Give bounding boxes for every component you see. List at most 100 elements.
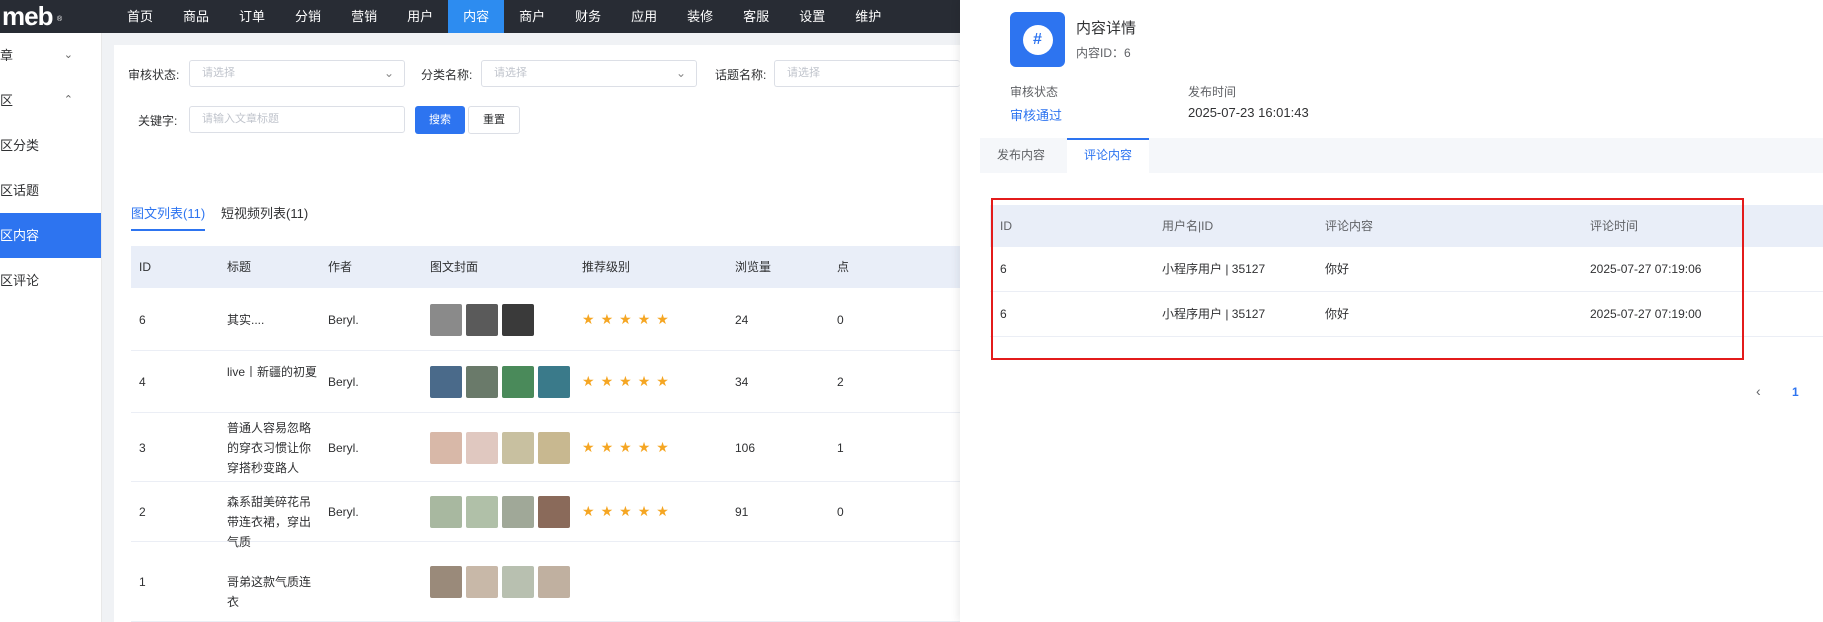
cover-image[interactable]	[466, 366, 498, 398]
sidebar-item[interactable]: 区内容	[0, 213, 101, 258]
column-header: 点	[837, 260, 850, 274]
star-icon[interactable]: ★	[619, 373, 632, 390]
tab-comment-content[interactable]: 评论内容	[1067, 138, 1150, 173]
cover-image[interactable]	[430, 566, 462, 598]
tab-published-content[interactable]: 发布内容	[980, 138, 1062, 173]
star-icon[interactable]: ★	[619, 439, 632, 456]
cover-image[interactable]	[430, 366, 462, 398]
recommend-stars[interactable]: ★ ★ ★ ★ ★	[582, 311, 669, 328]
cover-image[interactable]	[466, 496, 498, 528]
star-icon[interactable]: ★	[582, 311, 595, 328]
cover-image[interactable]	[502, 431, 534, 464]
cell-author: Beryl.	[328, 440, 359, 455]
star-icon[interactable]: ★	[582, 503, 595, 520]
recommend-stars[interactable]: ★ ★ ★ ★ ★	[582, 439, 669, 456]
cover-image[interactable]	[502, 566, 534, 598]
sidebar-item[interactable]: 区分类	[0, 123, 101, 168]
column-header: ID	[139, 260, 151, 274]
tab-image-text-list[interactable]: 图文列表(11)	[131, 203, 206, 231]
nav-item[interactable]: 维护	[840, 0, 896, 33]
cover-image[interactable]	[538, 431, 570, 464]
keyword-input[interactable]: 请输入文章标题	[189, 106, 405, 133]
nav-item[interactable]: 用户	[392, 0, 448, 33]
nav-item[interactable]: 内容	[448, 0, 505, 33]
nav-item[interactable]: 订单	[224, 0, 280, 33]
category-select[interactable]: 请选择 ⌄	[481, 60, 697, 87]
nav-item[interactable]: 客服	[728, 0, 784, 33]
nav-item[interactable]: 分销	[280, 0, 336, 33]
search-button[interactable]: 搜索	[415, 106, 465, 134]
pager-prev-button[interactable]: ‹	[1756, 383, 1761, 399]
table-row[interactable]: 1 哥弟这款气质连衣	[131, 542, 960, 622]
tab-short-video-list[interactable]: 短视频列表(11)	[221, 203, 308, 222]
star-icon[interactable]: ★	[582, 439, 595, 456]
sidebar-item-label: 章	[0, 48, 14, 63]
cover-image[interactable]	[430, 431, 462, 464]
star-icon[interactable]: ★	[619, 311, 632, 328]
cell-likes: 1	[837, 440, 844, 455]
nav-item[interactable]: 营销	[336, 0, 392, 33]
star-icon[interactable]: ★	[601, 439, 614, 456]
star-icon[interactable]: ★	[638, 503, 651, 520]
status-select[interactable]: 请选择 ⌄	[189, 60, 405, 87]
cell-likes: 2	[837, 375, 844, 389]
cover-image[interactable]	[466, 431, 498, 464]
sidebar-item[interactable]: 章 ⌄	[0, 33, 101, 78]
topic-filter-label: 话题名称:	[715, 68, 767, 82]
star-icon[interactable]: ★	[638, 311, 651, 328]
cell-id: 1	[139, 575, 146, 589]
star-icon[interactable]: ★	[656, 439, 669, 456]
star-icon[interactable]: ★	[582, 373, 595, 390]
nav-item[interactable]: 首页	[112, 0, 168, 33]
star-icon[interactable]: ★	[656, 311, 669, 328]
cover-image[interactable]	[538, 566, 570, 598]
pager-page-1[interactable]: 1	[1792, 385, 1799, 399]
cover-image[interactable]	[466, 566, 498, 598]
content-detail-drawer: # 内容详情 内容ID：6 审核状态 审核通过 发布时间 2025-07-23 …	[960, 0, 1823, 622]
cover-image[interactable]	[502, 303, 534, 336]
star-icon[interactable]: ★	[638, 439, 651, 456]
star-icon[interactable]: ★	[601, 503, 614, 520]
cell-id: 4	[139, 375, 146, 389]
reset-button[interactable]: 重置	[468, 106, 520, 134]
table-row[interactable]: 2 森系甜美碎花吊带连衣裙，穿出气质 Beryl. ★ ★ ★ ★ ★ 91 0	[131, 482, 960, 549]
nav-item[interactable]: 装修	[672, 0, 728, 33]
column-header: 推荐级别	[582, 260, 631, 274]
cover-image[interactable]	[502, 366, 534, 398]
table-row[interactable]: 4 live丨新疆的初夏 Beryl. ★ ★ ★ ★ ★ 34 2	[131, 351, 960, 413]
cell-likes: 0	[837, 312, 844, 327]
cover-image[interactable]	[538, 366, 570, 398]
star-icon[interactable]: ★	[656, 373, 669, 390]
logo[interactable]: meb ®	[0, 0, 112, 33]
cover-image[interactable]	[466, 303, 498, 336]
star-icon[interactable]: ★	[656, 503, 669, 520]
star-icon[interactable]: ★	[638, 373, 651, 390]
cover-image[interactable]	[538, 496, 570, 528]
recommend-stars[interactable]: ★ ★ ★ ★ ★	[582, 373, 669, 390]
cover-thumbnails	[430, 496, 570, 528]
topic-select[interactable]: 请选择	[774, 60, 960, 87]
drawer-title: 内容详情	[1076, 20, 1137, 37]
recommend-stars[interactable]: ★ ★ ★ ★ ★	[582, 503, 669, 520]
sidebar-item[interactable]: 区 ⌃	[0, 78, 101, 123]
publish-time-value: 2025-07-23 16:01:43	[1188, 105, 1309, 120]
star-icon[interactable]: ★	[601, 373, 614, 390]
star-icon[interactable]: ★	[601, 311, 614, 328]
nav-item[interactable]: 商品	[168, 0, 224, 33]
sidebar-item[interactable]: 区话题	[0, 168, 101, 213]
cover-image[interactable]	[502, 496, 534, 528]
nav-item[interactable]: 设置	[784, 0, 840, 33]
cover-image[interactable]	[430, 303, 462, 336]
table-row[interactable]: 3 普通人容易忽略的穿衣习惯让你穿搭秒变路人 Beryl. ★ ★ ★ ★ ★ 106 1	[131, 413, 960, 482]
filter-panel: 审核状态: 请选择 ⌄ 分类名称: 请选择 ⌄ 话题名称: 请选择 关键字: 请输入…	[114, 45, 960, 185]
sidebar-item[interactable]: 区评论	[0, 258, 101, 303]
cover-image[interactable]	[430, 496, 462, 528]
nav-item[interactable]: 商户	[504, 0, 560, 33]
content-list-panel: 图文列表(11) 短视频列表(11) ID 标题 作者 图文封面 推荐级别 浏览量 点 6 其…	[114, 175, 960, 622]
sidebar-item-label: 区分类	[0, 138, 40, 153]
nav-item[interactable]: 财务	[560, 0, 616, 33]
nav-item[interactable]: 应用	[616, 0, 672, 33]
star-icon[interactable]: ★	[619, 503, 632, 520]
table-row[interactable]: 6 其实.... Beryl. ★ ★ ★ ★ ★ 24 0	[131, 288, 960, 351]
status-filter-label: 审核状态:	[128, 68, 180, 82]
